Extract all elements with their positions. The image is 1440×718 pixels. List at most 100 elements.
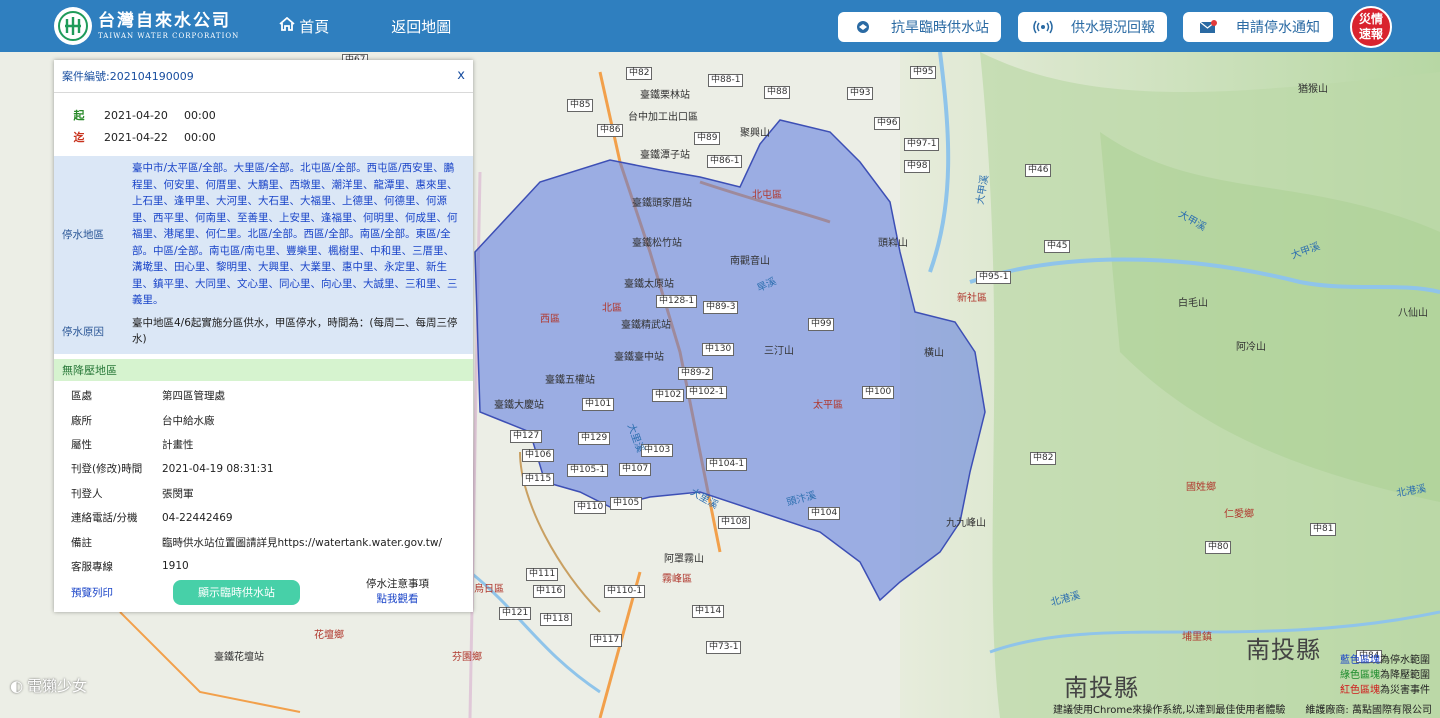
info-key: 屬性 bbox=[71, 438, 92, 451]
district-label: 埔里鎮 bbox=[1182, 632, 1212, 643]
info-row: 區處 第四區管理處 bbox=[54, 384, 473, 408]
nav-back-to-map-link[interactable]: 返回地圖 bbox=[391, 16, 451, 37]
start-tag: 起 bbox=[73, 109, 85, 122]
road-badge: 中81 bbox=[1310, 523, 1337, 536]
area-label: 停水地區 bbox=[62, 228, 104, 241]
end-date-row: 迄 2021-04-22 00:00 bbox=[54, 126, 473, 148]
road-badge: 中105-1 bbox=[567, 464, 609, 477]
outage-notice-button[interactable]: 申請停水通知 bbox=[1183, 12, 1333, 42]
info-row: 刊登(修改)時間 2021-04-19 08:31:31 bbox=[54, 457, 473, 481]
show-temp-station-button[interactable]: 顯示臨時供水站 bbox=[173, 579, 300, 605]
map-legend: 藍色區塊為停水範圍 綠色區塊為降壓範圍 紅色區塊為災害事件 bbox=[1340, 653, 1430, 698]
road-badge: 中86 bbox=[597, 124, 624, 137]
station-label: 臺鐵太原站 bbox=[624, 279, 674, 290]
station-label: 臺鐵松竹站 bbox=[632, 238, 682, 249]
road-badge: 中96 bbox=[874, 117, 901, 130]
info-value: 2021-04-19 08:31:31 bbox=[162, 462, 274, 475]
district-label: 仁愛鄉 bbox=[1224, 509, 1254, 520]
watermark-logo-icon: ◐ bbox=[10, 676, 24, 695]
print-preview-link[interactable]: 預覽列印 bbox=[71, 585, 113, 600]
info-row: 刊登人 張閔軍 bbox=[54, 481, 473, 505]
start-date: 2021-04-20 bbox=[104, 108, 168, 122]
road-badge: 中82 bbox=[626, 67, 653, 80]
legend-green-desc: 為降壓範圍 bbox=[1380, 670, 1430, 681]
broadcast-icon bbox=[1033, 17, 1053, 37]
station-label: 臺鐵精武站 bbox=[621, 320, 671, 331]
road-badge: 中45 bbox=[1044, 240, 1071, 253]
road-badge: 中117 bbox=[590, 634, 623, 647]
legend-green: 綠色區塊 bbox=[1340, 670, 1380, 681]
supply-report-button[interactable]: 供水現況回報 bbox=[1018, 12, 1167, 42]
info-list: 區處 第四區管理處 廠所 台中給水廠 屬性 計畫性 刊登(修改)時間 2021-04-1… bbox=[54, 381, 473, 579]
legend-blue-desc: 為停水範圍 bbox=[1380, 655, 1430, 666]
road-badge: 中127 bbox=[510, 430, 543, 443]
info-value: 1910 bbox=[162, 560, 189, 573]
road-badge: 中129 bbox=[578, 432, 611, 445]
no-pressure-area-header: 無降壓地區 bbox=[54, 358, 473, 381]
info-value: 台中給水廠 bbox=[162, 414, 215, 427]
info-row: 屬性 計畫性 bbox=[54, 432, 473, 456]
road-badge: 中115 bbox=[522, 473, 555, 486]
supply-report-label: 供水現況回報 bbox=[1071, 20, 1155, 36]
logo-text-cn: 台灣自來水公司 bbox=[98, 11, 231, 31]
watermark: ◐ 電獺少女 bbox=[10, 675, 87, 696]
legend-red-desc: 為災害事件 bbox=[1380, 685, 1430, 696]
start-time: 00:00 bbox=[184, 108, 216, 122]
mountain-label: 橫山 bbox=[924, 348, 944, 359]
district-label: 國姓鄉 bbox=[1186, 482, 1216, 493]
outage-notes: 停水注意事項 點我觀看 bbox=[366, 577, 429, 607]
county-label: 南投縣 bbox=[1064, 674, 1139, 702]
nav-home-link[interactable]: 首頁 bbox=[279, 16, 329, 37]
road-badge: 中95 bbox=[910, 66, 937, 79]
disaster-report-button[interactable]: 災情 速報 bbox=[1350, 6, 1392, 48]
end-tag: 迄 bbox=[73, 131, 85, 144]
area-text: 臺中市/太平區/全部。大里區/全部。北屯區/全部。西屯區/西安里、鵬程里、何安里… bbox=[132, 162, 458, 306]
road-badge: 中107 bbox=[619, 463, 652, 476]
road-badge: 中110-1 bbox=[604, 585, 646, 598]
logo-text-en: TAIWAN WATER CORPORATION bbox=[98, 32, 240, 40]
mountain-label: 八仙山 bbox=[1398, 308, 1428, 319]
reason-label: 停水原因 bbox=[62, 325, 104, 338]
mountain-label: 猶猴山 bbox=[1298, 84, 1328, 95]
district-label: 西區 bbox=[540, 314, 560, 325]
info-key: 刊登(修改)時間 bbox=[71, 463, 143, 476]
mountain-label: 阿冷山 bbox=[1236, 342, 1266, 353]
info-row: 備註 臨時供水站位置圖請詳見https://watertank.water.gov… bbox=[54, 530, 473, 554]
road-badge: 中114 bbox=[692, 605, 725, 618]
road-badge: 中73-1 bbox=[706, 641, 742, 654]
drought-station-button[interactable]: 抗旱臨時供水站 bbox=[838, 12, 1001, 42]
station-label: 臺鐵栗林站 bbox=[640, 90, 690, 101]
logo[interactable]: 台灣自來水公司 TAIWAN WATER CORPORATION bbox=[54, 7, 239, 45]
road-badge: 中130 bbox=[702, 343, 735, 356]
road-badge: 中110 bbox=[574, 501, 607, 514]
station-label: 臺鐵潭子站 bbox=[640, 150, 690, 161]
mountain-label: 阿罩霧山 bbox=[664, 554, 704, 565]
road-badge: 中102-1 bbox=[686, 386, 728, 399]
panel-footer: 預覽列印 顯示臨時供水站 停水注意事項 點我觀看 bbox=[54, 572, 473, 612]
district-label: 北區 bbox=[602, 303, 622, 314]
watermark-text: 電獺少女 bbox=[27, 677, 88, 695]
case-number: 案件編號:202104190009 bbox=[62, 70, 194, 83]
info-value: 臨時供水站位置圖請詳見https://watertank.water.gov.t… bbox=[162, 536, 443, 549]
disaster-line1: 災情 bbox=[1358, 12, 1383, 26]
road-badge: 中102 bbox=[652, 389, 685, 402]
road-badge: 中111 bbox=[526, 568, 559, 581]
road-badge: 中89-2 bbox=[678, 367, 714, 380]
notes-link[interactable]: 點我觀看 bbox=[366, 592, 429, 607]
close-button[interactable]: x bbox=[457, 68, 465, 83]
outage-area-block: 停水地區 臺中市/太平區/全部。大里區/全部。北屯區/全部。西屯區/西安里、鵬程… bbox=[54, 156, 473, 354]
outage-notice-label: 申請停水通知 bbox=[1236, 20, 1320, 36]
mountain-label: 聚興山 bbox=[740, 128, 770, 139]
road-badge: 中104 bbox=[808, 507, 841, 520]
district-label: 烏日區 bbox=[474, 584, 504, 595]
road-badge: 中85 bbox=[567, 99, 594, 112]
info-key: 刊登人 bbox=[71, 487, 103, 500]
station-label: 臺鐵五權站 bbox=[545, 375, 595, 386]
road-badge: 中88 bbox=[764, 86, 791, 99]
road-badge: 中97-1 bbox=[904, 138, 940, 151]
district-label: 芬園鄉 bbox=[452, 652, 482, 663]
road-badge: 中108 bbox=[718, 516, 751, 529]
road-badge: 中118 bbox=[540, 613, 573, 626]
road-badge: 中99 bbox=[808, 318, 835, 331]
place-label: 台中加工出口區 bbox=[628, 112, 698, 123]
